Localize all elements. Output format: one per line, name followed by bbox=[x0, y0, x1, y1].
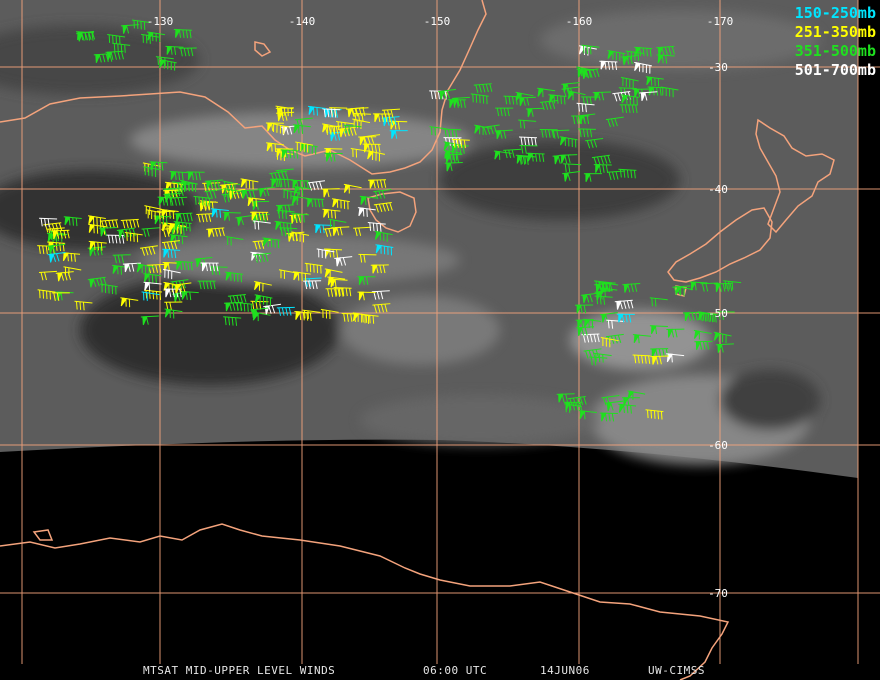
satellite-wind-map: -130 -140 -150 -160 -170 -30 -40 -50 -60… bbox=[0, 0, 880, 680]
observation-date: 14JUN06 bbox=[540, 664, 590, 677]
lon-label: -150 bbox=[424, 15, 451, 28]
legend-entry: 501-700mb bbox=[794, 61, 876, 79]
pressure-legend: 150-250mb 251-350mb 351-500mb 501-700mb bbox=[795, 4, 876, 80]
lon-label: -130 bbox=[147, 15, 174, 28]
data-source: UW-CIMSS bbox=[648, 664, 705, 677]
legend-entry: 351-500mb bbox=[794, 42, 876, 60]
legend-entry: 150-250mb bbox=[794, 4, 876, 22]
lat-label: -60 bbox=[708, 439, 728, 452]
product-name: MTSAT MID-UPPER LEVEL WINDS bbox=[143, 664, 336, 677]
image-caption: MTSAT MID-UPPER LEVEL WINDS 06:00 UTC 14… bbox=[0, 664, 880, 678]
observation-time: 06:00 UTC bbox=[423, 664, 488, 677]
lon-label: -160 bbox=[566, 15, 593, 28]
lat-label: -40 bbox=[708, 183, 728, 196]
legend-entry: 251-350mb bbox=[794, 23, 876, 41]
lon-label: -170 bbox=[707, 15, 734, 28]
lat-label: -50 bbox=[708, 307, 728, 320]
lon-label: -140 bbox=[289, 15, 316, 28]
satellite-imagery bbox=[0, 0, 880, 680]
lat-label: -30 bbox=[708, 61, 728, 74]
lat-label: -70 bbox=[708, 587, 728, 600]
